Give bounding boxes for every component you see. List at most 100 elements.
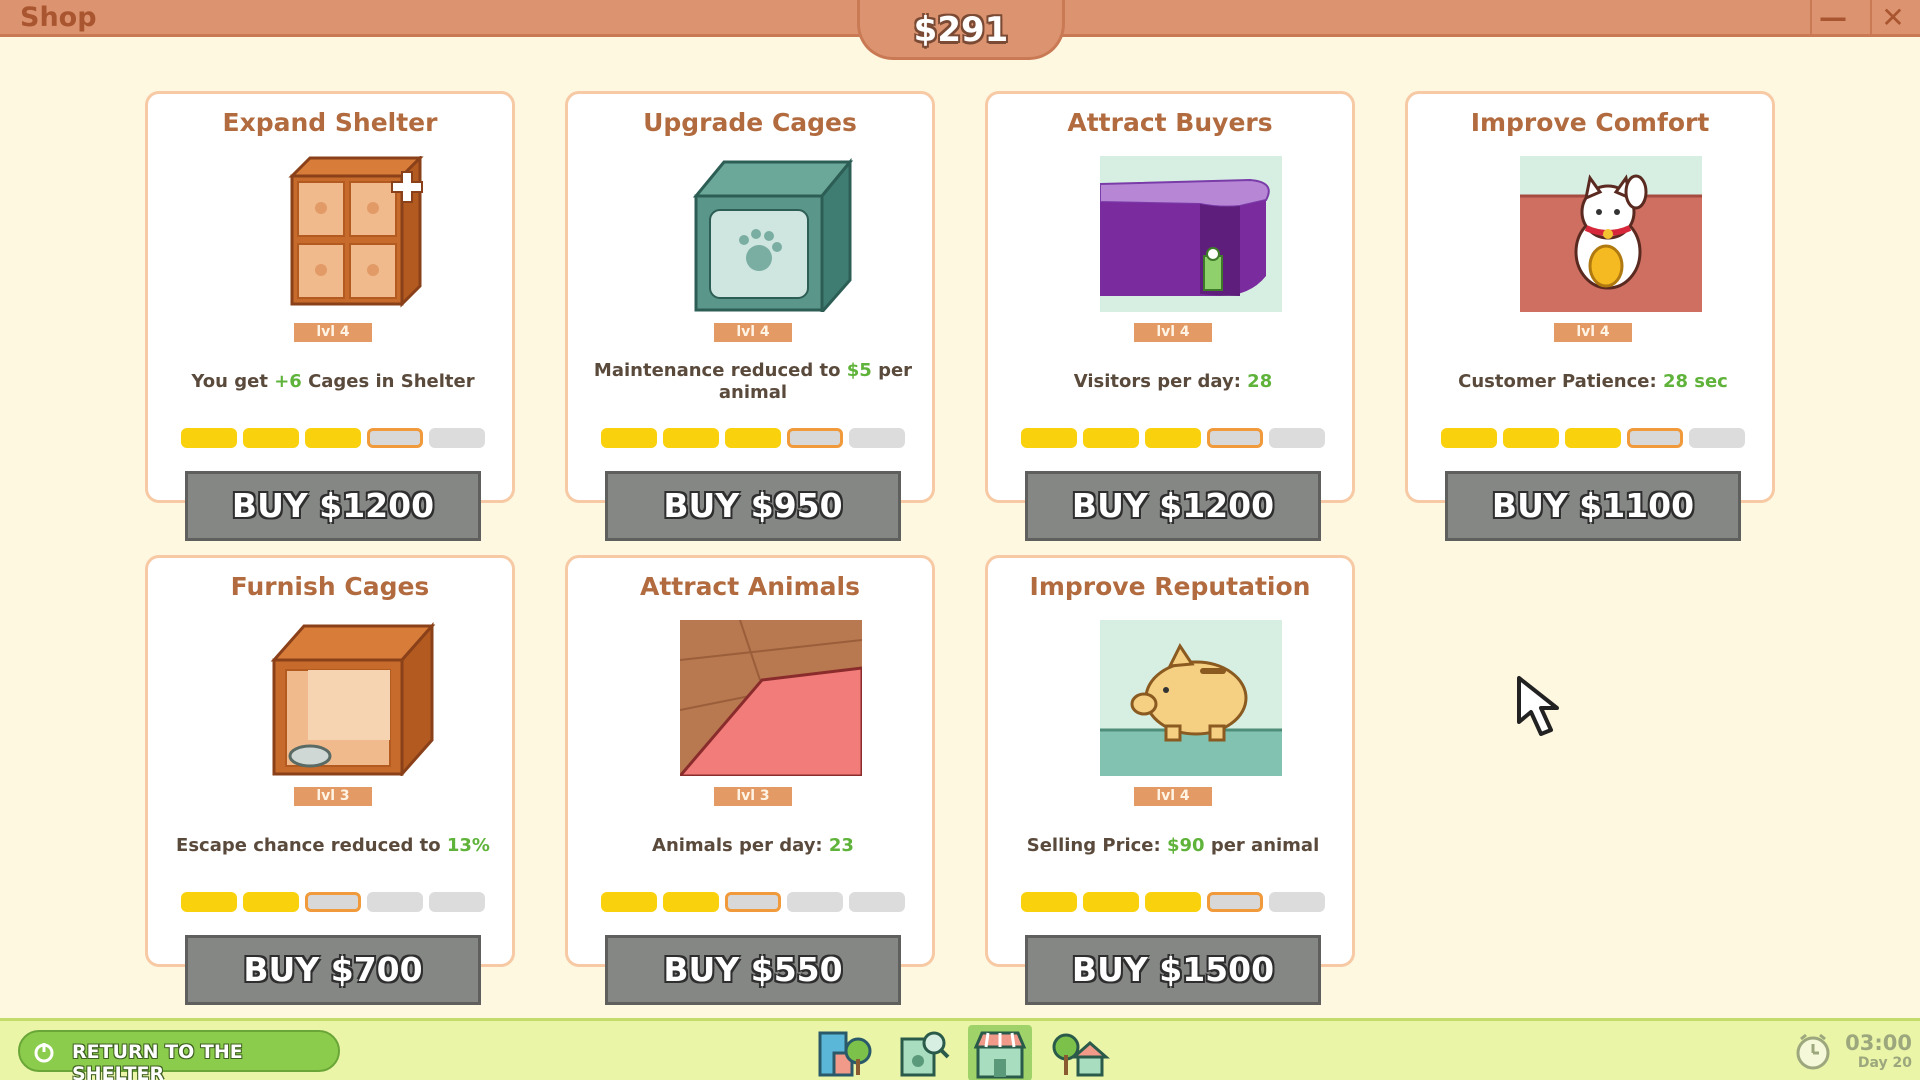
card-title: Expand Shelter [222, 108, 438, 137]
level-pip-filled [305, 428, 361, 448]
level-badge: lvl 4 [1134, 323, 1212, 342]
level-pip-filled [181, 428, 237, 448]
buy-button-expand-shelter[interactable]: BUY $1200 [185, 471, 481, 541]
buy-button-improve-comfort[interactable]: BUY $1100 [1445, 471, 1741, 541]
card-description: Visitors per day: 28 [1073, 371, 1273, 392]
level-progress [601, 892, 905, 912]
cage-upgrade-icon [680, 156, 862, 316]
minimize-button[interactable]: — [1810, 0, 1854, 37]
reception-desk-icon [1099, 156, 1282, 312]
card-description: Maintenance reduced to $5 per animal [593, 360, 913, 403]
level-pip-filled [601, 892, 657, 912]
buy-button-improve-reputation[interactable]: BUY $1500 [1025, 935, 1321, 1005]
level-pip-filled [663, 892, 719, 912]
buy-button-upgrade-cages[interactable]: BUY $950 [605, 471, 901, 541]
level-badge: lvl 4 [1554, 323, 1632, 342]
card-title: Furnish Cages [230, 572, 430, 601]
level-pip-next [1207, 428, 1263, 448]
level-pip-filled [1083, 428, 1139, 448]
game-day: Day 20 [1857, 1055, 1912, 1071]
level-pip-filled [1565, 428, 1621, 448]
level-badge: lvl 3 [294, 787, 372, 806]
card-title: Upgrade Cages [643, 108, 857, 137]
level-pip-filled [1145, 428, 1201, 448]
upgrade-card-expand-shelter: Expand Shelter lvl 4 You get +6 Cages in… [145, 91, 515, 541]
level-progress [601, 428, 905, 448]
level-pip-empty [787, 892, 843, 912]
level-pip-filled [1441, 428, 1497, 448]
level-pip-empty [849, 428, 905, 448]
card-title: Improve Reputation [1029, 572, 1311, 601]
money-display: $291 [857, 0, 1065, 60]
level-badge: lvl 4 [1134, 787, 1212, 806]
card-description: Escape chance reduced to 13% [176, 835, 490, 856]
level-progress [1441, 428, 1745, 448]
level-pip-filled [663, 428, 719, 448]
upgrade-card-improve-comfort: Improve Comfort lvl 4 Customer Patience:… [1405, 91, 1775, 541]
piggy-bank-icon [1100, 620, 1282, 776]
card-title: Attract Buyers [1067, 108, 1273, 137]
level-pip-empty [1689, 428, 1745, 448]
window-title: Shop [20, 2, 97, 33]
level-pip-filled [243, 892, 299, 912]
level-pip-empty [1269, 892, 1325, 912]
card-title: Improve Comfort [1470, 108, 1710, 137]
clock-icon [1793, 1031, 1833, 1071]
city-icon[interactable] [810, 1025, 874, 1080]
buy-button-furnish-cages[interactable]: BUY $700 [185, 935, 481, 1005]
upgrade-card-attract-animals: Attract Animals lvl 3 Animals per day: 2… [565, 555, 935, 1005]
upgrade-card-improve-reputation: Improve Reputation lvl 4 Selling Price: … [985, 555, 1355, 1005]
power-icon [34, 1043, 54, 1063]
mouse-cursor-icon [1513, 672, 1573, 740]
card-title: Attract Animals [639, 572, 860, 601]
level-pip-next [725, 892, 781, 912]
card-description: Selling Price: $90 per animal [1026, 835, 1320, 856]
money-amount: $291 [913, 10, 1009, 50]
lucky-cat-icon [1520, 156, 1702, 312]
level-pip-filled [1021, 428, 1077, 448]
upgrade-card-attract-buyers: Attract Buyers lvl 4 Visitors per day: 2… [985, 91, 1355, 541]
level-pip-filled [1145, 892, 1201, 912]
buy-button-attract-buyers[interactable]: BUY $1200 [1025, 471, 1321, 541]
level-pip-filled [601, 428, 657, 448]
bottom-bar: RETURN TO THE SHELTER 03:00 Day 20 [0, 1018, 1920, 1080]
level-pip-empty [429, 428, 485, 448]
level-pip-empty [429, 892, 485, 912]
buy-button-attract-animals[interactable]: BUY $550 [605, 935, 901, 1005]
game-time: 03:00 [1845, 1031, 1912, 1055]
level-pip-filled [1503, 428, 1559, 448]
level-pip-next [1627, 428, 1683, 448]
level-pip-next [305, 892, 361, 912]
level-pip-empty [1269, 428, 1325, 448]
level-badge: lvl 4 [294, 323, 372, 342]
level-pip-filled [243, 428, 299, 448]
close-button[interactable]: ✕ [1870, 0, 1914, 37]
level-pip-next [787, 428, 843, 448]
level-progress [1021, 428, 1325, 448]
card-description: Customer Patience: 28 sec [1458, 371, 1728, 392]
adoption-board-icon[interactable] [890, 1025, 954, 1080]
level-pip-filled [181, 892, 237, 912]
return-to-shelter-button[interactable]: RETURN TO THE SHELTER [18, 1030, 340, 1080]
level-pip-filled [1021, 892, 1077, 912]
level-badge: lvl 4 [714, 323, 792, 342]
shelter-expand-icon [260, 154, 442, 312]
level-pip-filled [1083, 892, 1139, 912]
level-pip-empty [849, 892, 905, 912]
level-pip-empty [367, 892, 423, 912]
furnished-cage-icon [260, 620, 442, 778]
level-pip-next [367, 428, 423, 448]
shop-icon[interactable] [968, 1025, 1032, 1080]
home-icon[interactable] [1046, 1025, 1110, 1080]
level-progress [181, 428, 485, 448]
level-progress [181, 892, 485, 912]
upgrade-card-upgrade-cages: Upgrade Cages lvl 4 Maintenance reduced … [565, 91, 935, 541]
level-progress [1021, 892, 1325, 912]
return-label: RETURN TO THE SHELTER [72, 1041, 243, 1080]
level-badge: lvl 3 [714, 787, 792, 806]
card-description: Animals per day: 23 [652, 835, 854, 856]
upgrade-card-furnish-cages: Furnish Cages lvl 3 Escape chance reduce… [145, 555, 515, 1005]
level-pip-filled [725, 428, 781, 448]
carpet-floor-icon [676, 619, 864, 778]
level-pip-next [1207, 892, 1263, 912]
